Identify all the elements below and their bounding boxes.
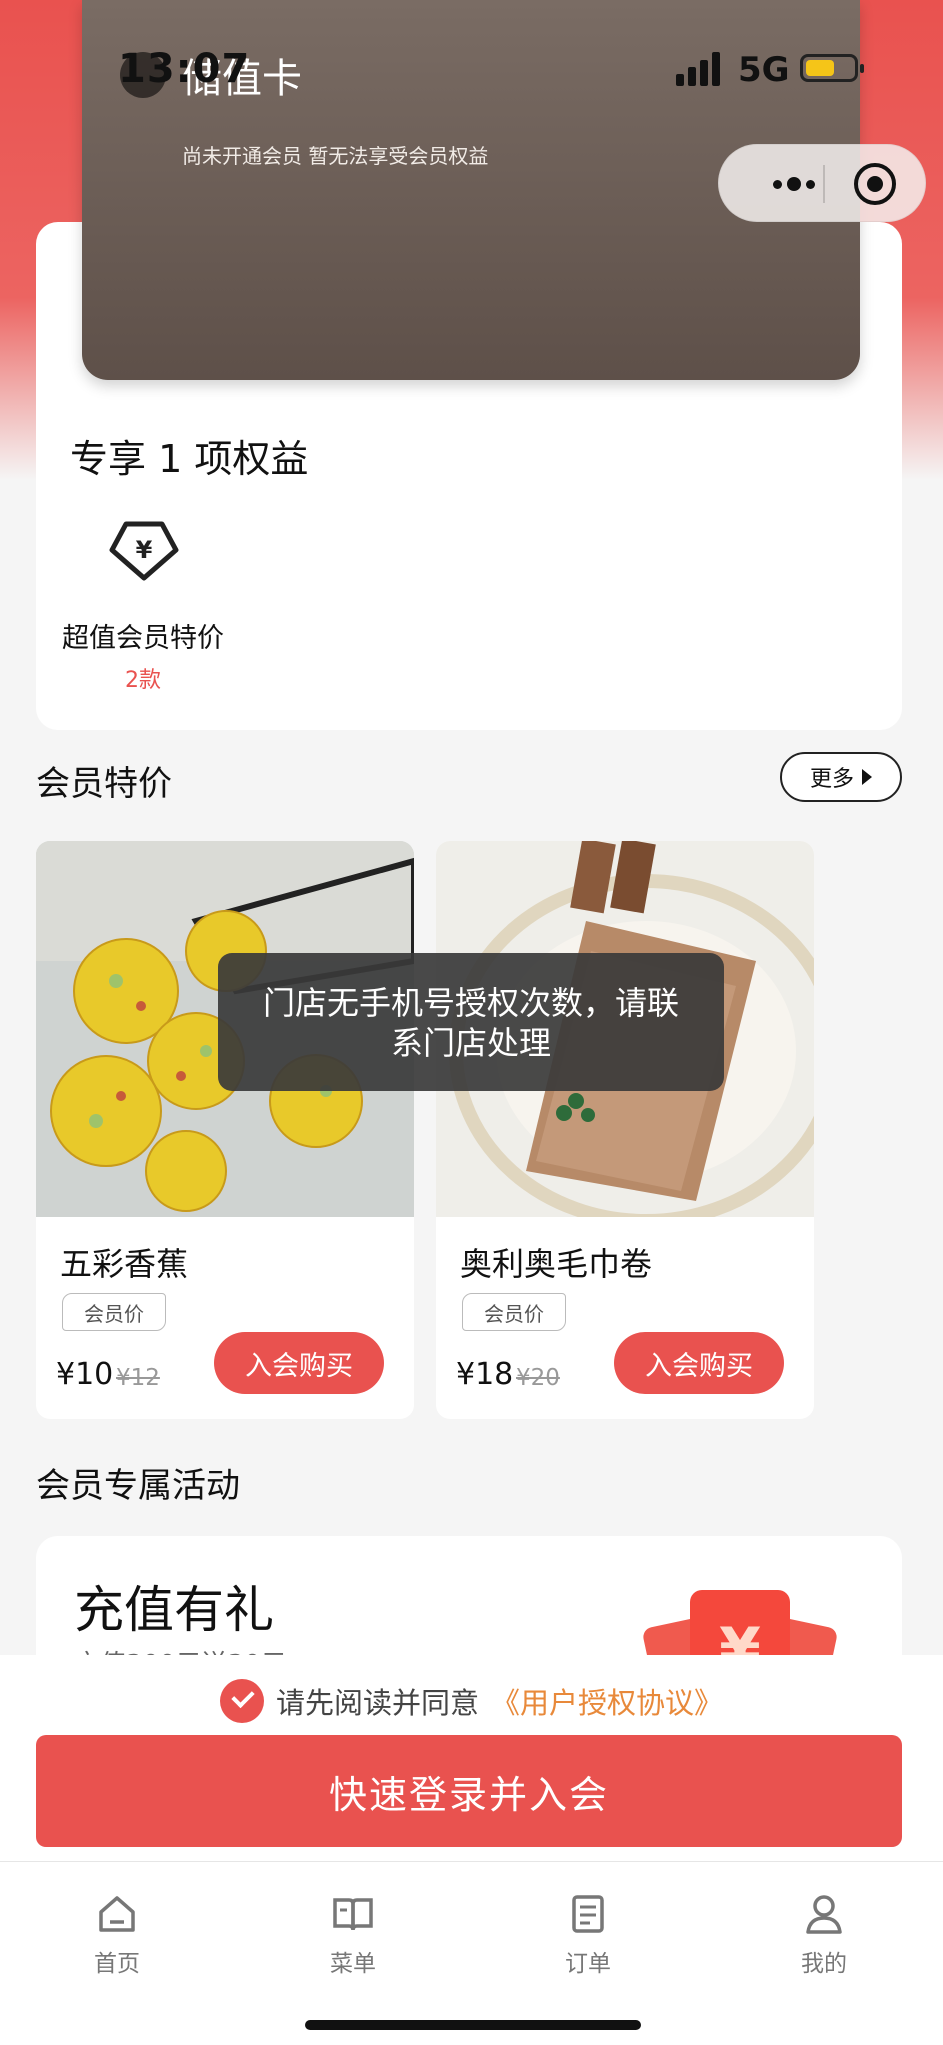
tab-label: 订单 [565,1951,611,1977]
activity-title: 充值有礼 [74,1581,274,1639]
benefit-item[interactable]: ¥ 超值会员特价 2款 [36,518,250,698]
product-name: 五彩香蕉 [60,1245,189,1283]
more-label: 更多 [809,767,854,792]
member-price-tag: 会员价 [62,1293,166,1331]
home-indicator [305,2020,641,2030]
login-footer: 请先阅读并同意 《用户授权协议》 快速登录并入会 [0,1655,943,1861]
agree-checkbox[interactable] [219,1679,264,1723]
capsule-divider [823,165,825,203]
profile-icon [806,1895,842,1934]
tab-label: 菜单 [330,1951,376,1977]
tab-menu[interactable]: 菜单 [293,1892,413,1992]
product-original-price: ¥20 [516,1365,560,1391]
svg-text:¥: ¥ [136,536,153,564]
agreement-link[interactable]: 《用户授权协议》 [491,1680,723,1722]
join-buy-button[interactable]: 入会购买 [214,1332,384,1394]
activities-title: 会员专属活动 [36,1466,240,1506]
benefit-label: 超值会员特价 [62,623,224,654]
close-miniprogram-icon[interactable] [854,163,896,205]
menu-book-icon [333,1898,373,1931]
order-icon [572,1895,604,1933]
product-original-price: ¥12 [116,1365,160,1391]
home-icon [99,1896,135,1932]
quick-login-button[interactable]: 快速登录并入会 [36,1735,902,1847]
benefits-title: 专享 1 项权益 [70,437,309,481]
product-card[interactable]: 五彩香蕉 会员价 ¥10 ¥12 入会购买 [36,841,414,1419]
tab-profile[interactable]: 我的 [764,1892,884,1992]
member-price-title: 会员特价 [36,764,172,804]
more-button[interactable]: 更多 [780,752,902,802]
signal-icon [676,52,724,86]
agreement-row: 请先阅读并同意 《用户授权协议》 [0,1677,943,1725]
yen-tag-icon: ¥ [109,521,179,581]
product-name: 奥利奥毛巾卷 [460,1245,653,1283]
benefit-count: 2款 [125,668,161,693]
tab-orders[interactable]: 订单 [528,1892,648,1992]
tab-label: 首页 [94,1951,140,1977]
miniprogram-capsule[interactable] [718,144,926,222]
product-price: ¥18 [456,1357,514,1392]
join-buy-button[interactable]: 入会购买 [614,1332,784,1394]
network-type: 5G [738,50,790,90]
tab-bar: 首页 菜单 订单 我的 [0,1861,943,2045]
battery-icon [800,54,864,82]
arrow-right-icon [862,769,872,785]
agree-text: 请先阅读并同意 [275,1686,479,1720]
card-subtitle: 尚未开通会员 暂无法享受会员权益 [182,144,489,168]
more-options-icon[interactable] [749,145,839,223]
tab-label: 我的 [801,1951,847,1977]
product-card[interactable]: 奥利奥毛巾卷 会员价 ¥18 ¥20 入会购买 [436,841,814,1419]
toast-message: 门店无手机号授权次数，请联系门店处理 [218,953,724,1091]
status-time: 13:07 [118,46,251,92]
tab-home[interactable]: 首页 [57,1892,177,1992]
product-price: ¥10 [56,1357,114,1392]
status-bar: 13:07 5G [0,0,943,140]
member-price-tag: 会员价 [462,1293,566,1331]
